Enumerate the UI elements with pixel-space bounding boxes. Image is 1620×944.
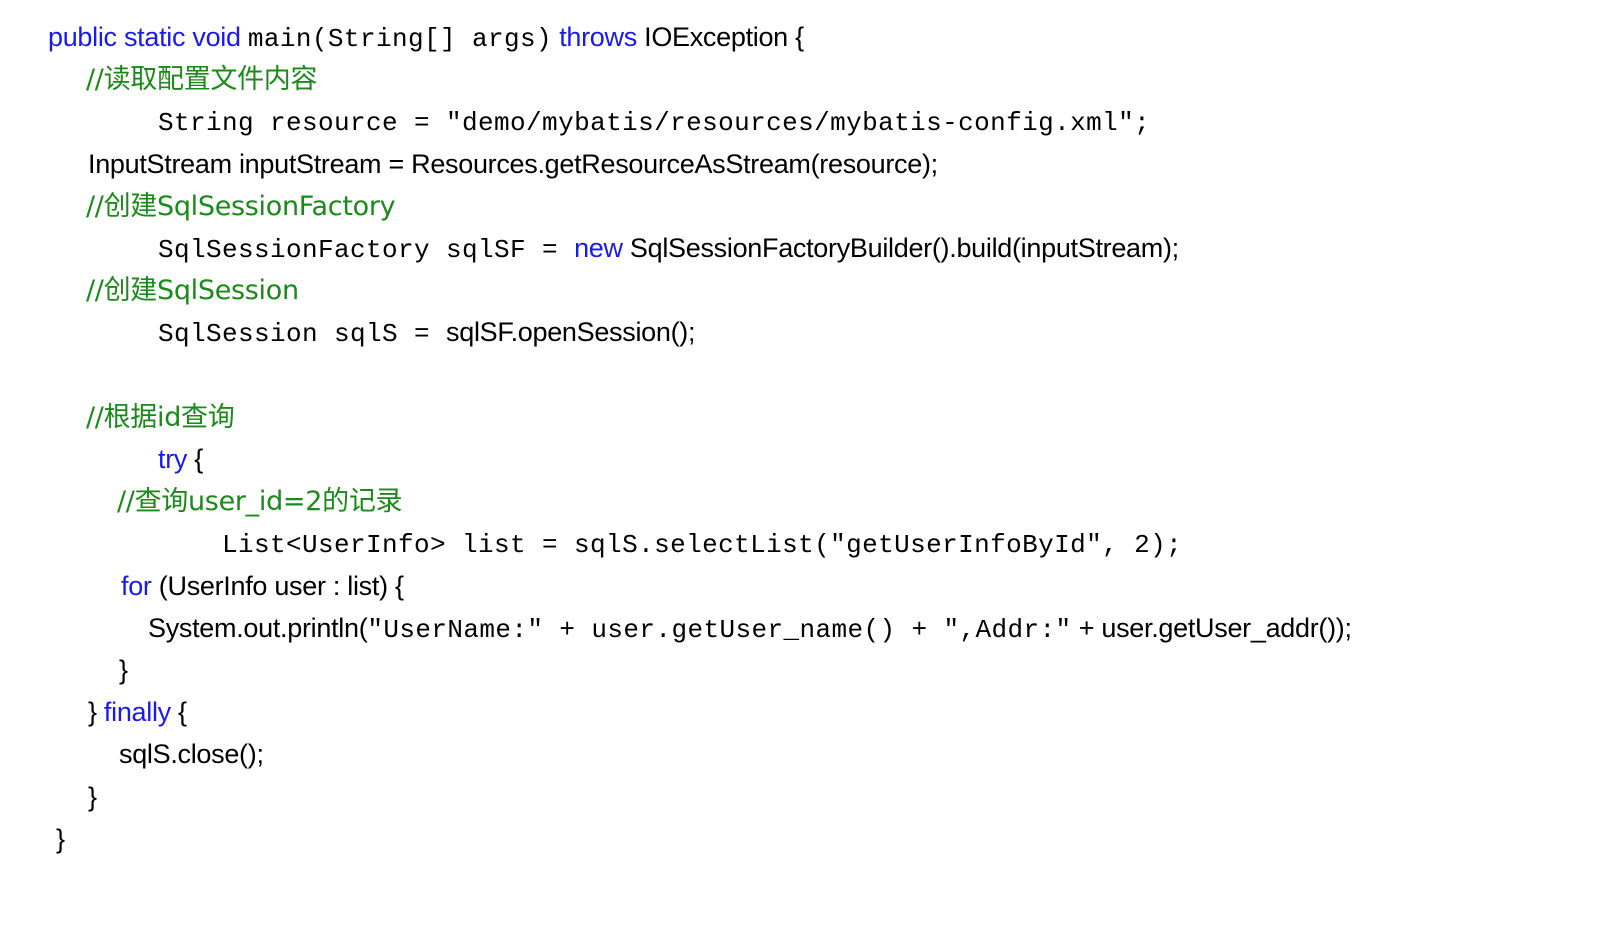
code-line: //根据id查询 (86, 400, 235, 434)
code-token-plain: InputStream inputStream = Resources.getR… (88, 148, 938, 179)
code-line: //查询user_id=2的记录 (117, 484, 403, 518)
code-line: } (56, 822, 65, 856)
code-token-comment: //创建SqlSessionFactory (86, 190, 396, 222)
code-token-plain: sqlSF.openSession(); (446, 317, 696, 348)
code-line: List<UserInfo> list = sqlS.selectList("g… (222, 526, 1182, 560)
code-token-plain: sqlS.close(); (119, 739, 264, 770)
code-token-keyword: finally (103, 697, 171, 728)
code-token-plain: "UserName:" + user.getUser_name() + ",Ad… (367, 614, 1072, 645)
code-line: SqlSessionFactory sqlSF = new SqlSession… (158, 231, 1179, 265)
code-line: String resource = "demo/mybatis/resource… (158, 104, 1150, 138)
code-line: for (UserInfo user : list) { (121, 569, 404, 603)
code-token-comment: //创建SqlSession (86, 275, 299, 307)
code-line: sqlS.close(); (119, 737, 264, 771)
code-token-plain: SqlSessionFactory sqlSF = (158, 235, 575, 265)
code-token-plain: { (170, 697, 187, 728)
code-token-plain: } (88, 781, 97, 812)
code-token-keyword: public (48, 22, 117, 52)
code-token-plain: { (187, 444, 204, 474)
code-line: //创建SqlSessionFactory (86, 189, 396, 223)
code-token-keyword: static (123, 22, 186, 52)
code-token-comment: //根据id查询 (86, 401, 235, 433)
code-token-keyword: for (121, 570, 152, 601)
code-line: public static void main(String[] args) t… (48, 20, 804, 54)
code-token-keyword: void (192, 22, 241, 52)
code-line: } (119, 653, 128, 687)
code-token-plain: } (88, 697, 104, 728)
code-token-plain: } (119, 655, 128, 685)
code-token-plain: + user.getUser_addr()); (1071, 612, 1352, 643)
code-line: System.out.println("UserName:" + user.ge… (148, 611, 1352, 645)
code-token-plain: (UserInfo user : list) { (151, 570, 404, 601)
code-token-plain: String resource = "demo/mybatis/resource… (158, 108, 1151, 139)
code-line: //读取配置文件内容 (86, 62, 318, 96)
code-token-plain: } (56, 823, 65, 854)
code-token-plain: List<UserInfo> list = sqlS.selectList("g… (222, 530, 1183, 561)
code-line: SqlSession sqlS = sqlSF.openSession(); (158, 315, 695, 349)
code-line: InputStream inputStream = Resources.getR… (88, 147, 938, 181)
code-token-keyword: try (158, 444, 188, 474)
code-token-plain: SqlSessionFactoryBuilder().build(inputSt… (622, 233, 1179, 263)
code-line: try { (158, 442, 203, 476)
code-token-comment: //查询user_id=2的记录 (117, 486, 403, 518)
code-line: } (88, 780, 97, 814)
code-token-plain: IOException { (636, 22, 804, 52)
code-token-keyword: new (574, 233, 623, 263)
code-token-plain: SqlSession sqlS = (158, 319, 447, 350)
code-token-plain: System.out.println( (148, 612, 368, 643)
code-token-comment: //读取配置文件内容 (86, 64, 318, 96)
code-token-keyword: throws (559, 22, 637, 52)
code-block: public static void main(String[] args) t… (0, 0, 1620, 944)
code-line: } finally { (88, 695, 187, 729)
code-token-plain: main(String[] args) (247, 24, 552, 54)
code-line: //创建SqlSession (86, 273, 299, 307)
